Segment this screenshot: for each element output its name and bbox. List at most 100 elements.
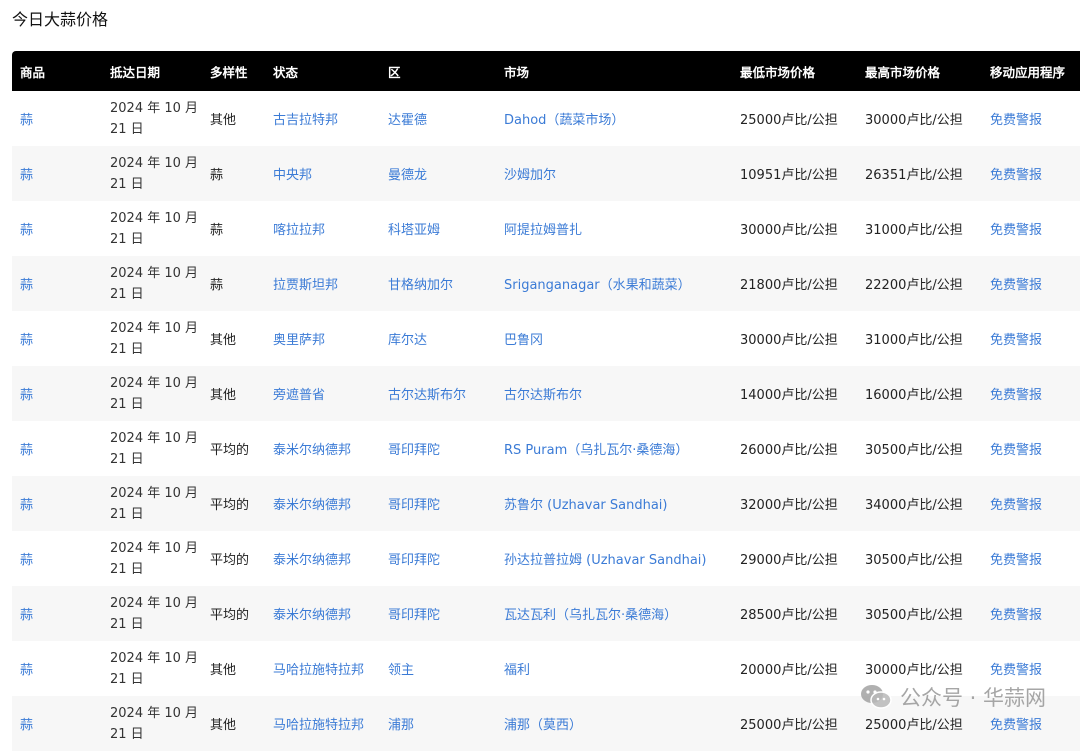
table-cell: 2024 年 10 月 21 日 [102, 476, 202, 531]
table-cell: RS Puram（乌扎瓦尔·桑德海） [496, 421, 732, 476]
district-link[interactable]: 古尔达斯布尔 [388, 388, 466, 403]
table-cell: 蒜 [12, 91, 102, 146]
free-alert-link[interactable]: 免费警报 [990, 553, 1042, 568]
table-cell: 库尔达 [380, 311, 496, 366]
state-link[interactable]: 拉贾斯坦邦 [273, 278, 338, 293]
commodity-link[interactable]: 蒜 [20, 388, 33, 403]
min-price: 25000卢比/公担 [740, 113, 838, 128]
column-header-commodity: 商品 [12, 51, 102, 91]
commodity-link[interactable]: 蒜 [20, 608, 33, 623]
table-cell: 免费警报 [982, 311, 1080, 366]
market-link[interactable]: 阿提拉姆普扎 [504, 223, 582, 238]
variety-cell: 蒜 [210, 223, 224, 238]
state-link[interactable]: 旁遮普省 [273, 388, 325, 403]
district-link[interactable]: 浦那 [388, 718, 414, 733]
table-cell: 30000卢比/公担 [732, 311, 857, 366]
table-cell: 平均的 [202, 531, 265, 586]
table-cell: 蒜 [12, 146, 102, 201]
free-alert-link[interactable]: 免费警报 [990, 663, 1042, 678]
table-cell: 马哈拉施特拉邦 [265, 641, 380, 696]
state-link[interactable]: 泰米尔纳德邦 [273, 443, 351, 458]
commodity-link[interactable]: 蒜 [20, 498, 33, 513]
min-price: 20000卢比/公担 [740, 663, 838, 678]
table-row: 蒜 2024 年 10 月 21 日其他 旁遮普省 古尔达斯布尔 古尔达斯布尔 14000… [12, 366, 1080, 421]
market-link[interactable]: Dahod（蔬菜市场） [504, 113, 624, 128]
state-link[interactable]: 马哈拉施特拉邦 [273, 718, 364, 733]
state-link[interactable]: 马哈拉施特拉邦 [273, 663, 364, 678]
commodity-link[interactable]: 蒜 [20, 718, 33, 733]
table-cell: 平均的 [202, 586, 265, 641]
free-alert-link[interactable]: 免费警报 [990, 333, 1042, 348]
free-alert-link[interactable]: 免费警报 [990, 608, 1042, 623]
market-link[interactable]: 瓦达瓦利（乌扎瓦尔·桑德海） [504, 608, 677, 623]
district-link[interactable]: 哥印拜陀 [388, 498, 440, 513]
table-body: 蒜 2024 年 10 月 21 日其他 古吉拉特邦 达霍德 Dahod（蔬菜市场） 25… [12, 91, 1080, 751]
table-cell: 其他 [202, 311, 265, 366]
table-cell: 瓦达瓦利（乌扎瓦尔·桑德海） [496, 586, 732, 641]
free-alert-link[interactable]: 免费警报 [990, 223, 1042, 238]
table-cell: 蒜 [12, 201, 102, 256]
district-link[interactable]: 甘格纳加尔 [388, 278, 453, 293]
column-header-market: 市场 [496, 51, 732, 91]
arrival-date: 2024 年 10 月 21 日 [110, 375, 199, 412]
district-link[interactable]: 库尔达 [388, 333, 427, 348]
table-cell: 2024 年 10 月 21 日 [102, 256, 202, 311]
district-link[interactable]: 达霍德 [388, 113, 427, 128]
commodity-link[interactable]: 蒜 [20, 663, 33, 678]
market-link[interactable]: 沙姆加尔 [504, 168, 556, 183]
market-link[interactable]: Sriganganagar（水果和蔬菜） [504, 278, 691, 293]
state-link[interactable]: 喀拉拉邦 [273, 223, 325, 238]
market-link[interactable]: RS Puram（乌扎瓦尔·桑德海） [504, 443, 688, 458]
table-cell: 蒜 [12, 421, 102, 476]
table-cell: 其他 [202, 91, 265, 146]
commodity-link[interactable]: 蒜 [20, 333, 33, 348]
district-link[interactable]: 哥印拜陀 [388, 608, 440, 623]
district-link[interactable]: 哥印拜陀 [388, 553, 440, 568]
free-alert-link[interactable]: 免费警报 [990, 388, 1042, 403]
table-cell: 旁遮普省 [265, 366, 380, 421]
state-link[interactable]: 泰米尔纳德邦 [273, 553, 351, 568]
column-header-district: 区 [380, 51, 496, 91]
free-alert-link[interactable]: 免费警报 [990, 168, 1042, 183]
market-link[interactable]: 苏鲁尔 (Uzhavar Sandhai) [504, 498, 667, 513]
commodity-link[interactable]: 蒜 [20, 168, 33, 183]
table-cell: 古尔达斯布尔 [496, 366, 732, 421]
commodity-link[interactable]: 蒜 [20, 113, 33, 128]
table-cell: 蒜 [12, 531, 102, 586]
max-price: 30500卢比/公担 [865, 443, 963, 458]
market-link[interactable]: 巴鲁冈 [504, 333, 543, 348]
state-link[interactable]: 奥里萨邦 [273, 333, 325, 348]
table-cell: 10951卢比/公担 [732, 146, 857, 201]
state-link[interactable]: 泰米尔纳德邦 [273, 608, 351, 623]
free-alert-link[interactable]: 免费警报 [990, 278, 1042, 293]
table-cell: 古尔达斯布尔 [380, 366, 496, 421]
table-cell: 泰米尔纳德邦 [265, 586, 380, 641]
table-cell: 免费警报 [982, 476, 1080, 531]
min-price: 30000卢比/公担 [740, 223, 838, 238]
district-link[interactable]: 哥印拜陀 [388, 443, 440, 458]
table-cell: 28500卢比/公担 [732, 586, 857, 641]
commodity-link[interactable]: 蒜 [20, 278, 33, 293]
column-header-mobile-app: 移动应用程序 [982, 51, 1080, 91]
free-alert-link[interactable]: 免费警报 [990, 718, 1042, 733]
free-alert-link[interactable]: 免费警报 [990, 498, 1042, 513]
market-link[interactable]: 福利 [504, 663, 530, 678]
district-link[interactable]: 科塔亚姆 [388, 223, 440, 238]
free-alert-link[interactable]: 免费警报 [990, 443, 1042, 458]
table-cell: 免费警报 [982, 201, 1080, 256]
district-link[interactable]: 领主 [388, 663, 414, 678]
market-link[interactable]: 古尔达斯布尔 [504, 388, 582, 403]
free-alert-link[interactable]: 免费警报 [990, 113, 1042, 128]
min-price: 26000卢比/公担 [740, 443, 838, 458]
state-link[interactable]: 古吉拉特邦 [273, 113, 338, 128]
district-link[interactable]: 曼德龙 [388, 168, 427, 183]
max-price: 22200卢比/公担 [865, 278, 963, 293]
commodity-link[interactable]: 蒜 [20, 553, 33, 568]
commodity-link[interactable]: 蒜 [20, 443, 33, 458]
state-link[interactable]: 中央邦 [273, 168, 312, 183]
market-link[interactable]: 孙达拉普拉姆 (Uzhavar Sandhai) [504, 553, 706, 568]
market-link[interactable]: 浦那（莫西） [504, 718, 582, 733]
table-cell: 14000卢比/公担 [732, 366, 857, 421]
commodity-link[interactable]: 蒜 [20, 223, 33, 238]
state-link[interactable]: 泰米尔纳德邦 [273, 498, 351, 513]
